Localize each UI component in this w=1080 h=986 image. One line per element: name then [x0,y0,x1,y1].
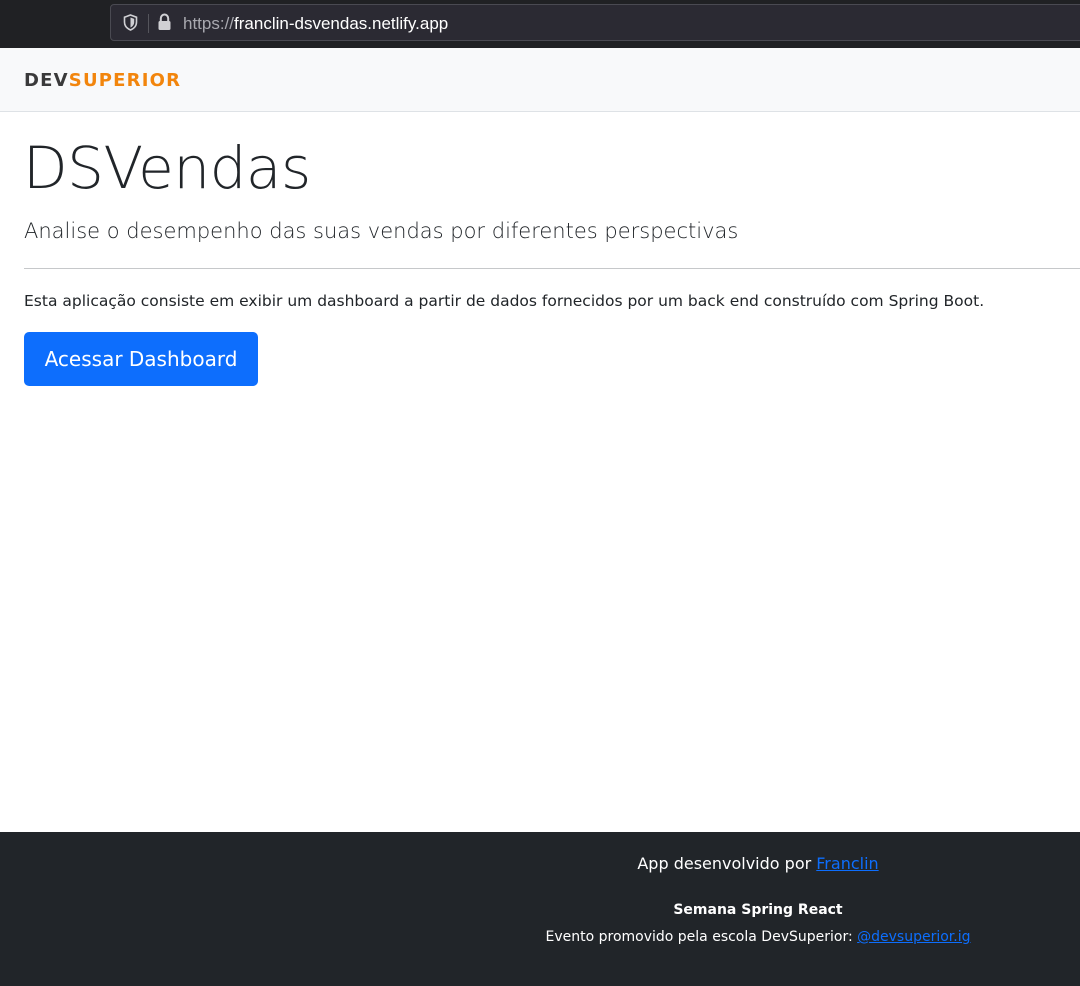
page-title: DSVendas [23,134,311,202]
shield-icon[interactable] [123,14,138,31]
footer-event-title: Semana Spring React [673,902,843,918]
page-description: Esta aplicação consiste em exibir um das… [24,292,985,310]
address-bar[interactable]: https://franclin-dsvendas.netlify.app [110,4,1080,41]
page-lead: Analise o desempenho das suas vendas por… [24,219,739,243]
author-link[interactable]: Franclin [816,854,878,873]
site-footer: App desenvolvido por Franclin Semana Spr… [0,832,1080,986]
footer-event-info: Evento promovido pela escola DevSuperior… [0,929,1080,945]
url-host: franclin-dsvendas.netlify.app [234,14,449,33]
browser-toolbar: https://franclin-dsvendas.netlify.app [0,0,1080,48]
access-dashboard-button[interactable]: Acessar Dashboard [24,332,258,386]
logo-superior-text: SUPERIOR [68,70,182,91]
address-bar-separator [148,14,149,33]
footer-credit: App desenvolvido por Franclin [0,854,1080,873]
url-text[interactable]: https://franclin-dsvendas.netlify.app [183,14,448,34]
footer-event-prefix: Evento promovido pela escola DevSuperior… [545,929,858,945]
url-scheme: https:// [183,14,235,33]
site-navbar: DEVSUPERIOR [0,48,1080,112]
footer-credit-prefix: App desenvolvido por [637,854,817,873]
logo-dev-text: DEV [24,70,69,91]
divider [24,268,1080,269]
lock-icon[interactable] [157,13,172,31]
devsuperior-logo[interactable]: DEVSUPERIOR [24,70,181,91]
instagram-link[interactable]: @devsuperior.ig [857,929,970,945]
